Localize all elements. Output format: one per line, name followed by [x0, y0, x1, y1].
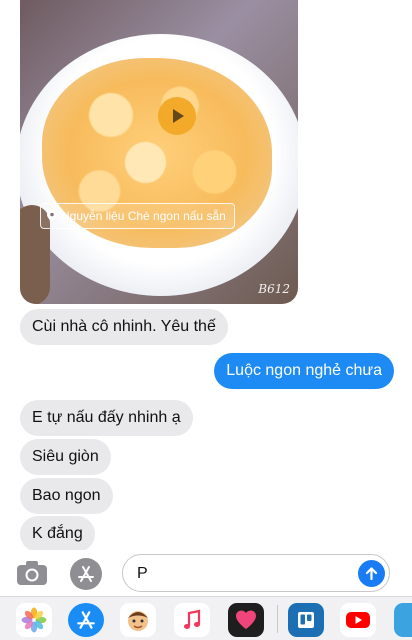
video-message-card[interactable]: Nguyễn liệu Chè ngon nấu sẵn B612 — [20, 0, 298, 304]
app-drawer — [0, 596, 412, 640]
photos-app-icon[interactable] — [16, 603, 52, 637]
camera-icon[interactable] — [16, 559, 48, 587]
send-arrow-icon[interactable] — [358, 560, 385, 587]
message-bubble-outgoing[interactable]: Luộc ngon nghẻ chưa — [214, 353, 394, 389]
memoji-app-icon[interactable] — [120, 603, 156, 637]
music-app-icon[interactable] — [174, 603, 210, 637]
message-bubble-incoming[interactable]: E tự nấu đấy nhinh ạ — [20, 400, 193, 436]
message-bubble-incoming[interactable]: Bao ngon — [20, 478, 113, 514]
youtube-app-icon[interactable] — [340, 603, 376, 637]
location-pin-icon — [47, 210, 57, 222]
message-composer: P — [0, 550, 412, 596]
message-input-value: P — [137, 565, 148, 582]
appstore-icon[interactable] — [70, 558, 102, 590]
message-bubble-incoming[interactable]: Cùi nhà cô nhinh. Yêu thế — [20, 309, 228, 345]
message-bubble-incoming[interactable]: Siêu giòn — [20, 439, 111, 475]
trello-app-icon[interactable] — [288, 603, 324, 637]
appstore-app-icon[interactable] — [68, 603, 104, 637]
message-input[interactable]: P — [122, 554, 390, 592]
location-tag-label: Nguyễn liệu Chè ngon nấu sẵn — [61, 209, 226, 223]
drawer-divider — [277, 605, 278, 633]
play-icon[interactable] — [158, 97, 196, 135]
location-tag[interactable]: Nguyễn liệu Chè ngon nấu sẵn — [40, 203, 235, 229]
b612-watermark: B612 — [258, 282, 290, 296]
partial-app-icon[interactable] — [394, 603, 412, 637]
heart-sticker-app-icon[interactable] — [228, 603, 264, 637]
message-bubble-incoming[interactable]: K đắng — [20, 516, 95, 552]
